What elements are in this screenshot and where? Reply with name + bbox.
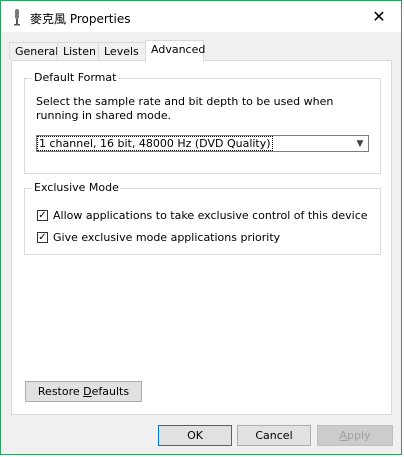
sample-format-dropdown[interactable]: 1 channel, 16 bit, 48000 Hz (DVD Quality… xyxy=(36,135,369,152)
default-format-description: Select the sample rate and bit depth to … xyxy=(36,95,334,122)
properties-dialog: 麥克風 Properties ✕ General Listen Levels A… xyxy=(0,0,402,455)
tab-advanced[interactable]: Advanced xyxy=(145,40,205,62)
tab-general[interactable]: General xyxy=(9,42,58,60)
exclusive-mode-label: Exclusive Mode xyxy=(32,181,121,194)
allow-exclusive-label: Allow applications to take exclusive con… xyxy=(53,209,368,222)
title-bar: 麥克風 Properties ✕ xyxy=(1,1,401,32)
sample-format-value: 1 channel, 16 bit, 48000 Hz (DVD Quality… xyxy=(37,136,273,151)
tab-listen[interactable]: Listen xyxy=(57,42,99,60)
allow-exclusive-control-option[interactable]: ✓ Allow applications to take exclusive c… xyxy=(37,208,368,223)
exclusive-priority-option[interactable]: ✓ Give exclusive mode applications prior… xyxy=(37,230,280,245)
exclusive-priority-checkbox[interactable]: ✓ xyxy=(37,232,48,243)
chevron-down-icon[interactable]: ▼ xyxy=(352,136,368,151)
apply-button[interactable]: Apply xyxy=(317,425,393,446)
default-format-group: Default Format Select the sample rate an… xyxy=(24,71,381,174)
tab-levels[interactable]: Levels xyxy=(98,42,146,60)
restore-defaults-button[interactable]: Restore Defaults xyxy=(25,381,142,402)
default-format-label: Default Format xyxy=(32,71,119,84)
allow-exclusive-checkbox[interactable]: ✓ xyxy=(37,210,48,221)
window-title: 麥克風 Properties xyxy=(30,12,131,26)
close-button[interactable]: ✕ xyxy=(357,1,401,32)
exclusive-mode-group: Exclusive Mode ✓ Allow applications to t… xyxy=(24,181,381,255)
ok-button[interactable]: OK xyxy=(158,425,232,446)
microphone-icon xyxy=(11,8,23,26)
cancel-button[interactable]: Cancel xyxy=(237,425,311,446)
advanced-panel: Default Format Select the sample rate an… xyxy=(11,60,392,415)
exclusive-priority-label: Give exclusive mode applications priorit… xyxy=(53,231,281,244)
